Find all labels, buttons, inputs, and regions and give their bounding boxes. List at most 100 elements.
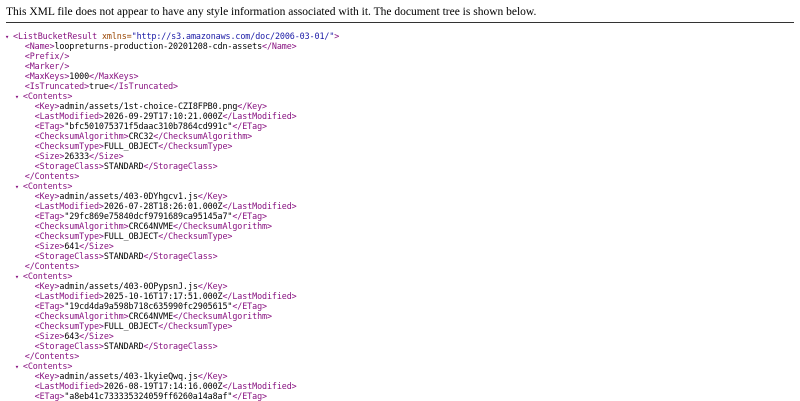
lm-open-tag: <LastModified> (34, 291, 104, 301)
max-keys-value: 1000 (69, 71, 90, 81)
istruncated-close-tag: </IsTruncated> (108, 81, 179, 91)
checksum-algorithm: CRC64NVME (128, 221, 174, 231)
key-close-tag: </Key> (197, 371, 228, 381)
object-size: 641 (64, 241, 80, 251)
checksum-algorithm-line: <ChecksumAlgorithm>CRC32</ChecksumAlgori… (5, 131, 800, 141)
contents-close-line: </Contents> (5, 171, 800, 181)
key-line: <Key>admin/assets/403-0OPypsnJ.js</Key> (5, 281, 800, 291)
key-line: <Key>admin/assets/403-1kyieQwq.js</Key> (5, 371, 800, 381)
etag-line: <ETag>"19cd4da9a598b718c635990fc2905615"… (5, 301, 800, 311)
xml-document-tree: ▾ <ListBucketResult xmlns="http://s3.amaz… (5, 31, 800, 401)
etag-line: <ETag>"29fc869e75840dcf9791689ca95145a7"… (5, 211, 800, 221)
storage-class-line: <StorageClass>STANDARD</StorageClass> (5, 251, 800, 261)
checksum-algorithm-line: <ChecksumAlgorithm>CRC64NVME</ChecksumAl… (5, 221, 800, 231)
storage-class: STANDARD (103, 161, 144, 171)
contents-close-tag: </Contents> (24, 261, 80, 271)
marker-line: <Marker/> (5, 61, 800, 71)
checksum-type-line: <ChecksumType>FULL_OBJECT</ChecksumType> (5, 141, 800, 151)
storage-class-line: <StorageClass>STANDARD</StorageClass> (5, 341, 800, 351)
size-line: <Size>641</Size> (5, 241, 800, 251)
size-open-tag: <Size> (34, 151, 65, 161)
object-key: admin/assets/1st-choice-CZI8FPB0.png (59, 101, 238, 111)
size-open-tag: <Size> (34, 241, 65, 251)
checksum-algorithm-line: <ChecksumAlgorithm>CRC64NVME</ChecksumAl… (5, 311, 800, 321)
contents-open-tag: <Contents> (22, 181, 73, 191)
key-open-tag: <Key> (34, 371, 60, 381)
object-key: admin/assets/403-1kyieQwq.js (59, 371, 198, 381)
sc-close-tag: </StorageClass> (143, 161, 218, 171)
etag-close-tag: </ETag> (232, 301, 267, 311)
prefix-line: <Prefix/> (5, 51, 800, 61)
ct-open-tag: <ChecksumType> (34, 231, 104, 241)
contents-close-tag: </Contents> (24, 171, 80, 181)
key-open-tag: <Key> (34, 101, 60, 111)
contents-close-line: </Contents> (5, 351, 800, 361)
lm-close-tag: </LastModified> (222, 111, 297, 121)
etag-value: "29fc869e75840dcf9791689ca95145a7" (64, 211, 233, 221)
key-line: <Key>admin/assets/1st-choice-CZI8FPB0.pn… (5, 101, 800, 111)
object-key: admin/assets/403-0DYhgcv1.js (59, 191, 198, 201)
size-close-tag: </Size> (79, 241, 114, 251)
lastmodified-line: <LastModified>2026-09-29T17:10:21.000Z</… (5, 111, 800, 121)
lastmodified-line: <LastModified>2026-07-28T18:26:01.000Z</… (5, 201, 800, 211)
storage-class: STANDARD (103, 341, 144, 351)
etag-value: "19cd4da9a598b718c635990fc2905615" (64, 301, 233, 311)
ca-close-tag: </ChecksumAlgorithm> (153, 131, 253, 141)
root-attr-value: "http://s3.amazonaws.com/doc/2006-03-01/… (131, 31, 335, 41)
key-close-tag: </Key> (197, 191, 228, 201)
maxkeys-close-tag: </MaxKeys> (89, 71, 139, 81)
contents-open-line: ▾ <Contents> (5, 271, 800, 281)
divider (6, 22, 794, 23)
istruncated-line: <IsTruncated>true</IsTruncated> (5, 81, 800, 91)
etag-close-tag: </ETag> (232, 211, 267, 221)
key-open-tag: <Key> (34, 281, 60, 291)
size-open-tag: <Size> (34, 331, 65, 341)
root-open-line: ▾ <ListBucketResult xmlns="http://s3.amaz… (5, 31, 800, 41)
lm-close-tag: </LastModified> (222, 201, 297, 211)
lm-open-tag: <LastModified> (34, 201, 104, 211)
contents-open-tag: <Contents> (22, 361, 73, 371)
etag-close-tag: </ETag> (232, 121, 267, 131)
checksum-type: FULL_OBJECT (103, 141, 159, 151)
ct-open-tag: <ChecksumType> (34, 141, 104, 151)
lastmodified-line: <LastModified>2026-08-19T17:14:16.000Z</… (5, 381, 800, 391)
key-close-tag: </Key> (197, 281, 228, 291)
sc-close-tag: </StorageClass> (143, 251, 218, 261)
storage-class: STANDARD (103, 251, 144, 261)
contents-open-tag: <Contents> (22, 271, 73, 281)
etag-value: "bfc501075371f5daac310b7864cd991c" (64, 121, 233, 131)
etag-line: <ETag>"bfc501075371f5daac310b7864cd991c"… (5, 121, 800, 131)
lm-close-tag: </LastModified> (222, 291, 297, 301)
contents-open-line: ▾ <Contents> (5, 91, 800, 101)
checksum-algorithm: CRC32 (128, 131, 154, 141)
ct-close-tag: </ChecksumType> (158, 321, 233, 331)
ca-close-tag: </ChecksumAlgorithm> (173, 221, 272, 231)
contents-open-line: ▾ <Contents> (5, 181, 800, 191)
checksum-type: FULL_OBJECT (103, 231, 159, 241)
object-key: admin/assets/403-0OPypsnJ.js (59, 281, 198, 291)
istruncated-open-tag: <IsTruncated> (24, 81, 90, 91)
lm-close-tag: </LastModified> (222, 381, 297, 391)
ca-open-tag: <ChecksumAlgorithm> (34, 311, 129, 321)
last-modified: 2026-07-28T18:26:01.000Z (103, 201, 223, 211)
is-truncated-value: true (89, 81, 109, 91)
lastmodified-line: <LastModified>2025-10-16T17:17:51.000Z</… (5, 291, 800, 301)
lm-open-tag: <LastModified> (34, 111, 104, 121)
root-close-bracket: > (334, 31, 340, 41)
contents-close-tag: </Contents> (24, 351, 80, 361)
maxkeys-open-tag: <MaxKeys> (24, 71, 70, 81)
name-close-tag: </Name> (262, 41, 297, 51)
size-close-tag: </Size> (89, 151, 124, 161)
etag-open-tag: <ETag> (34, 301, 65, 311)
contents-open-tag: <Contents> (22, 91, 73, 101)
checksum-type-line: <ChecksumType>FULL_OBJECT</ChecksumType> (5, 321, 800, 331)
sc-close-tag: </StorageClass> (143, 341, 218, 351)
key-line: <Key>admin/assets/403-0DYhgcv1.js</Key> (5, 191, 800, 201)
prefix-tag: <Prefix/> (24, 51, 70, 61)
contents-close-line: </Contents> (5, 261, 800, 271)
ca-open-tag: <ChecksumAlgorithm> (34, 131, 129, 141)
sc-open-tag: <StorageClass> (34, 251, 104, 261)
contents-open-line: ▾ <Contents> (5, 361, 800, 371)
storage-class-line: <StorageClass>STANDARD</StorageClass> (5, 161, 800, 171)
checksum-algorithm: CRC64NVME (128, 311, 174, 321)
